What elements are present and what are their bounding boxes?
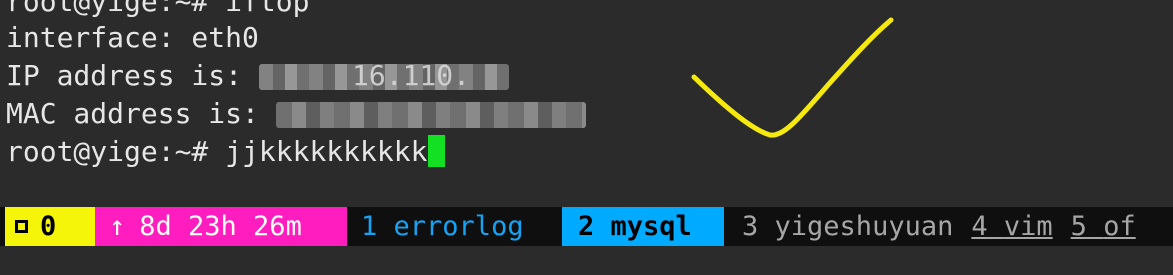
terminal-line-prompt[interactable]: root@yige:~# jjkkkkkkkkkk [6,133,446,171]
mac-label: MAC address is: [6,97,276,130]
uptime-text: 8d 23h 26m [139,211,302,242]
window-tab-3[interactable]: 3 yigeshuyuan [724,207,953,246]
shell-prompt: root@yige:~# [6,135,226,168]
tmux-status-bar: 0 ↑ 8d 23h 26m 1 errorlog 2 mysql 3 yige… [0,207,1173,246]
window-name: vim [1003,211,1053,242]
square-icon [15,220,28,233]
redacted-mac [275,102,586,128]
session-indicator[interactable]: 0 [5,207,95,246]
window-name: of [1103,211,1136,242]
terminal-window[interactable]: root@yige:~# iftop interface: eth0 IP ad… [0,0,1173,275]
window-tab-1[interactable]: 1 errorlog [347,207,562,246]
terminal-line-mac: MAC address is: [6,95,586,133]
window-name: yigeshuyuan [774,211,954,242]
up-arrow-icon: ↑ [109,211,126,242]
ip-label: IP address is: [6,59,259,92]
typed-input[interactable]: jjkkkkkkkkkk [225,135,427,168]
window-index: 3 [742,211,759,242]
session-count: 0 [40,211,57,242]
uptime-indicator: ↑ 8d 23h 26m [95,207,347,246]
window-index: 4 [971,211,988,242]
window-index: 5 [1070,211,1087,242]
window-index: 1 [361,211,378,242]
terminal-line-interface: interface: eth0 [6,21,259,54]
window-tab-5[interactable]: 5 of [1053,207,1136,246]
redacted-ip-fragment: 16.110. [352,59,471,92]
window-tab-4[interactable]: 4 vim [953,207,1052,246]
window-index: 2 [578,211,595,242]
window-name: errorlog [393,211,524,242]
terminal-line-command: root@yige:~# iftop [6,0,310,18]
terminal-cursor [428,135,446,167]
window-tab-2-active[interactable]: 2 mysql [562,207,724,246]
window-name: mysql [610,211,692,242]
checkmark-annotation [691,17,894,138]
